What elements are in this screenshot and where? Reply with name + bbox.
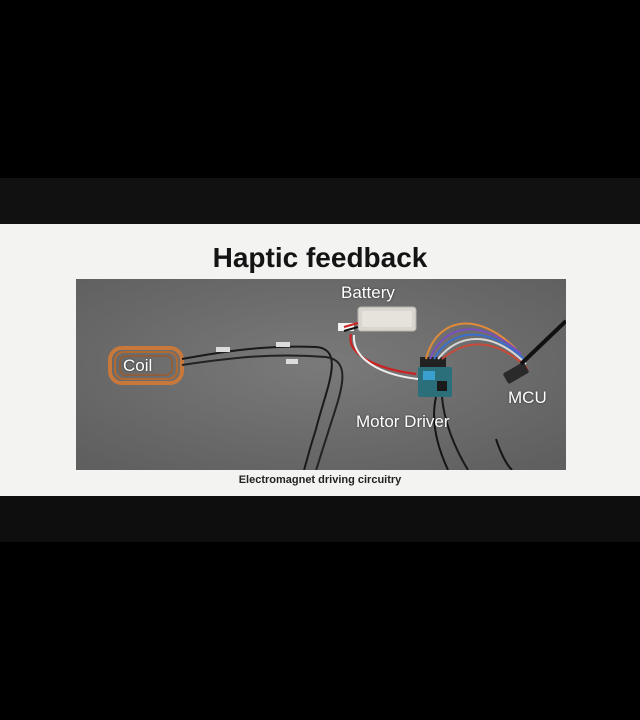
label-mcu: MCU bbox=[508, 388, 547, 407]
letterbox-bottom bbox=[0, 496, 640, 542]
letterbox-top bbox=[0, 178, 640, 224]
label-motor-driver: Motor Driver bbox=[356, 412, 450, 431]
slide-caption: Electromagnet driving circuitry bbox=[238, 474, 402, 486]
hardware-photo: Battery Coil Motor Driver MCU bbox=[76, 279, 566, 470]
slide-title: Haptic feedback bbox=[212, 242, 428, 273]
slide: Haptic feedback Battery Coil Motor Drive… bbox=[0, 224, 640, 496]
label-battery: Battery bbox=[341, 283, 395, 302]
label-coil: Coil bbox=[123, 356, 153, 375]
